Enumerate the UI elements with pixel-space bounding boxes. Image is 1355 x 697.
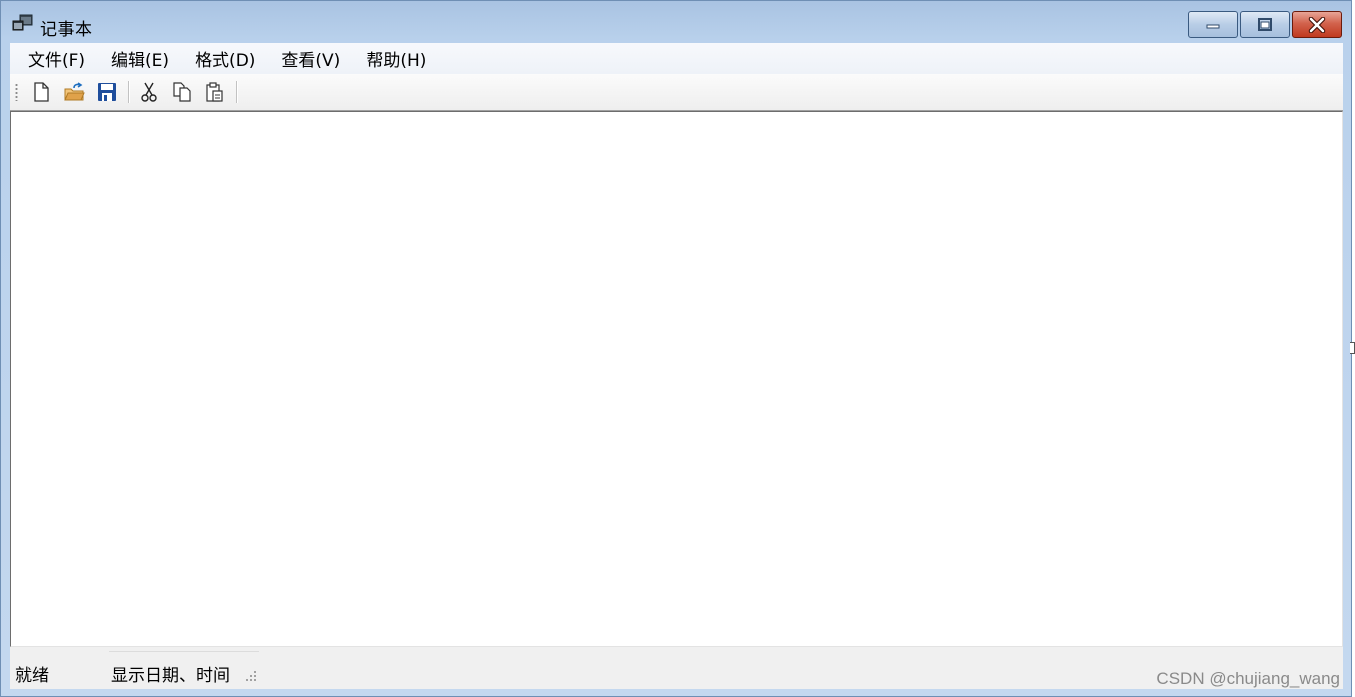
maximize-button[interactable] <box>1240 11 1290 38</box>
notepad-window: 记事本 文件(F) 编辑(E) 格式(D) 查看(V) 帮助(H) 就绪 显示日… <box>0 0 1352 697</box>
maximize-icon <box>1258 17 1272 31</box>
status-ready-label: 就绪 <box>15 666 49 686</box>
window-title: 记事本 <box>40 20 93 40</box>
watermark: CSDN @chujiang_wang <box>1156 669 1340 688</box>
toolbar-separator-end <box>236 81 237 103</box>
paste-icon <box>206 82 223 102</box>
copy-icon <box>173 82 191 102</box>
toolbar-grip[interactable] <box>15 83 18 101</box>
status-bar: 就绪 显示日期、时间 CSDN @chujiang_wang <box>10 647 1343 689</box>
title-bar[interactable]: 记事本 <box>1 1 1351 42</box>
new-button[interactable] <box>28 79 54 105</box>
toolbar-separator <box>128 81 129 103</box>
save-button[interactable] <box>94 79 120 105</box>
menu-format[interactable]: 格式(D) <box>185 43 265 74</box>
menu-edit[interactable]: 编辑(E) <box>101 43 179 74</box>
new-document-icon <box>34 82 49 102</box>
toolbar <box>10 74 1343 111</box>
minimize-icon <box>1206 24 1220 28</box>
menu-view[interactable]: 查看(V) <box>271 43 350 74</box>
text-editor[interactable] <box>10 111 1343 647</box>
close-button[interactable] <box>1292 11 1342 38</box>
cut-button[interactable] <box>136 79 162 105</box>
save-icon <box>98 83 116 101</box>
menu-bar: 文件(F) 编辑(E) 格式(D) 查看(V) 帮助(H) <box>10 43 1343 74</box>
cut-icon <box>141 82 157 102</box>
menu-help[interactable]: 帮助(H) <box>356 43 436 74</box>
minimize-button[interactable] <box>1188 11 1238 38</box>
client-area: 文件(F) 编辑(E) 格式(D) 查看(V) 帮助(H) 就绪 显示日期、时间… <box>10 43 1343 689</box>
copy-button[interactable] <box>169 79 195 105</box>
status-datetime-label: 显示日期、时间 <box>111 666 230 686</box>
app-window-icon <box>12 14 33 31</box>
open-folder-icon <box>64 82 85 101</box>
status-divider <box>109 651 259 652</box>
resize-grip-icon[interactable] <box>244 669 258 683</box>
open-button[interactable] <box>61 79 87 105</box>
close-icon <box>1308 16 1326 33</box>
paste-button[interactable] <box>202 79 228 105</box>
menu-file[interactable]: 文件(F) <box>18 43 95 74</box>
window-edge-marker <box>1350 342 1355 354</box>
